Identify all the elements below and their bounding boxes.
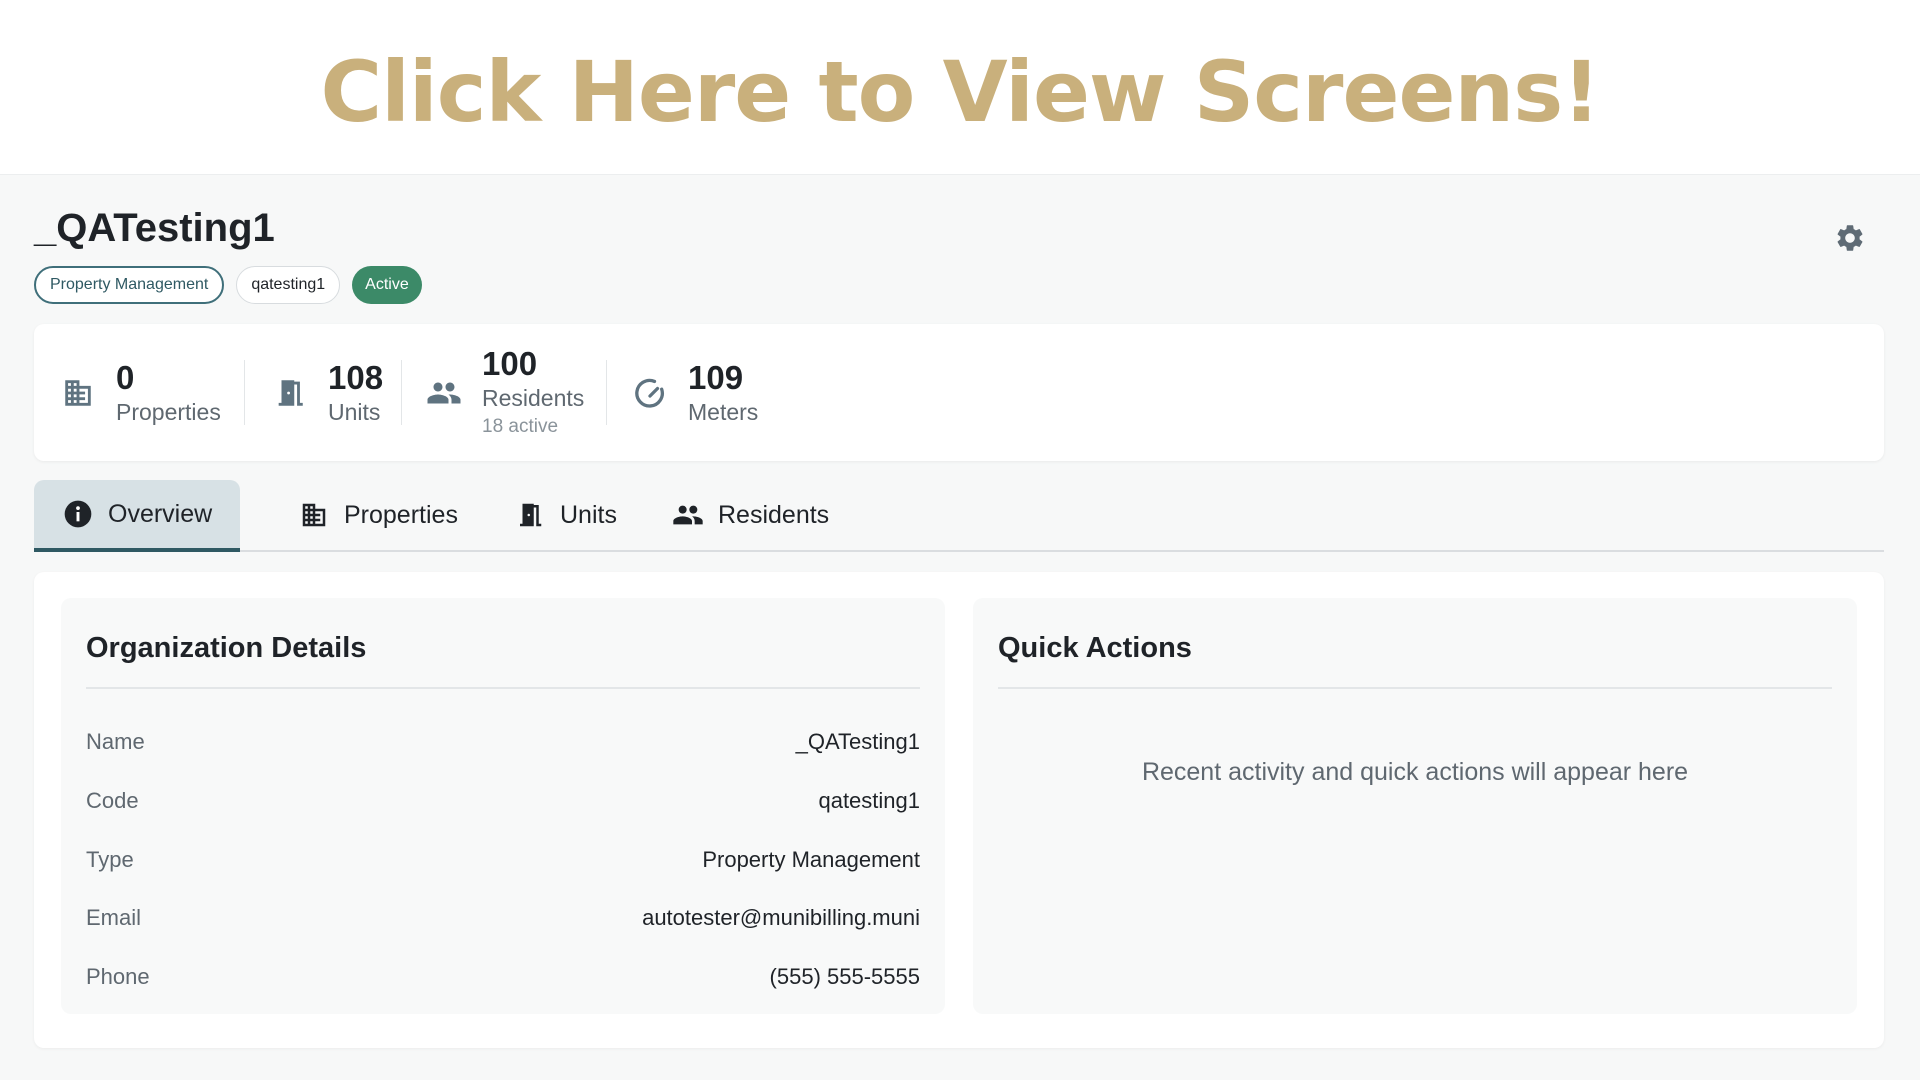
quick-actions-panel: Quick Actions Recent activity and quick … — [973, 598, 1857, 1014]
detail-row-name: Name _QATesting1 — [86, 722, 920, 762]
door-icon — [514, 499, 546, 531]
detail-label: Code — [86, 788, 139, 813]
tab-label: Units — [560, 500, 617, 529]
detail-value: (555) 555-5555 — [769, 964, 920, 989]
tab-overview[interactable]: Overview — [34, 480, 241, 552]
stat-meters: 109 Meters — [632, 324, 758, 461]
promo-banner[interactable]: Click Here to View Screens! — [0, 0, 1920, 175]
stat-properties: 0 Properties — [60, 324, 221, 461]
stat-residents: 100 Residents 18 active — [426, 324, 584, 461]
stat-value: 100 — [482, 344, 538, 382]
info-icon — [62, 498, 94, 530]
stat-value: 0 — [116, 358, 135, 396]
tab-bar: Overview Properties Units Residents — [34, 480, 1884, 552]
stat-value: 108 — [328, 358, 384, 396]
building-icon — [60, 375, 96, 411]
stat-label: Meters — [688, 398, 759, 425]
detail-value: _QATesting1 — [795, 729, 920, 754]
people-icon — [426, 375, 462, 411]
detail-label: Name — [86, 729, 145, 754]
divider — [998, 687, 1832, 689]
building-icon — [298, 499, 330, 531]
gauge-icon — [632, 375, 668, 411]
detail-row-email: Email autotester@munibilling.muni — [86, 898, 920, 938]
panel-title: Quick Actions — [998, 632, 1192, 664]
organization-details-panel: Organization Details Name _QATesting1 Co… — [61, 598, 945, 1014]
page-title: _QATesting1 — [34, 206, 275, 250]
tab-units[interactable]: Units — [486, 480, 645, 550]
detail-value: autotester@munibilling.muni — [642, 905, 920, 930]
detail-label: Type — [86, 847, 134, 872]
settings-button[interactable] — [1832, 220, 1868, 256]
panel-title: Organization Details — [86, 632, 367, 664]
people-icon — [672, 499, 704, 531]
detail-label: Phone — [86, 964, 150, 989]
stat-label: Properties — [116, 398, 221, 425]
stat-label: Units — [328, 398, 381, 425]
stat-label: Residents — [482, 384, 585, 411]
empty-state-message: Recent activity and quick actions will a… — [1141, 758, 1689, 786]
banner-link[interactable]: Click Here to View Screens! — [320, 43, 1600, 141]
status-badge: Active — [352, 266, 422, 304]
divider — [244, 360, 245, 425]
tab-residents[interactable]: Residents — [644, 480, 857, 550]
divider — [606, 360, 607, 425]
gear-icon — [1837, 225, 1863, 251]
door-icon — [272, 375, 308, 411]
tab-label: Properties — [344, 500, 458, 529]
detail-value: Property Management — [702, 847, 920, 872]
detail-row-phone: Phone (555) 555-5555 — [86, 957, 920, 997]
detail-row-code: Code qatesting1 — [86, 781, 920, 821]
tab-properties[interactable]: Properties — [270, 480, 486, 550]
code-badge: qatesting1 — [236, 266, 341, 304]
detail-value: qatesting1 — [818, 788, 920, 813]
stat-subtext: 18 active — [482, 415, 559, 437]
tab-label: Overview — [108, 499, 213, 528]
divider — [401, 360, 402, 425]
stat-value: 109 — [688, 358, 744, 396]
stat-units: 108 Units — [272, 324, 383, 461]
detail-row-type: Type Property Management — [86, 840, 920, 880]
detail-label: Email — [86, 905, 142, 930]
type-badge: Property Management — [34, 266, 225, 304]
stats-summary: 0 Properties 108 Units 100 Residents 18 … — [34, 324, 1884, 461]
overview-content: Organization Details Name _QATesting1 Co… — [34, 572, 1884, 1048]
org-badges: Property Management qatesting1 Active — [34, 266, 422, 304]
tab-label: Residents — [718, 500, 830, 529]
divider — [86, 687, 920, 689]
